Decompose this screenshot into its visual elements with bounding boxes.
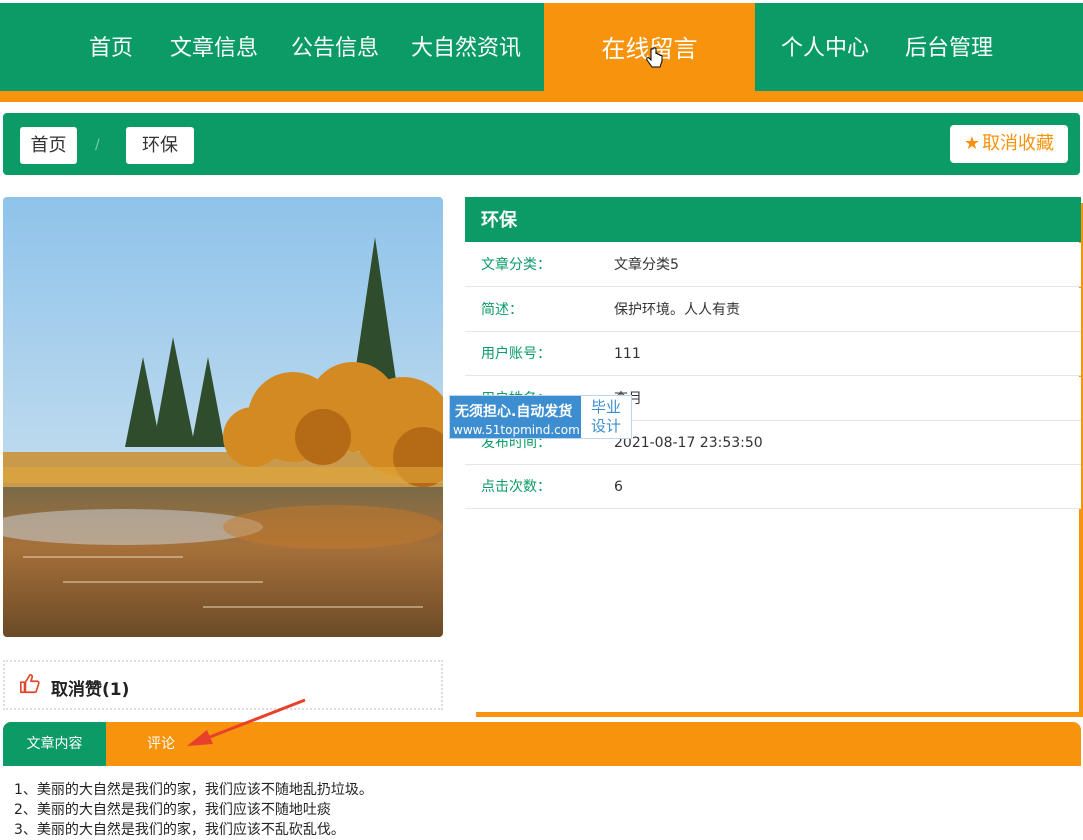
nav-home[interactable]: 首页	[89, 3, 133, 91]
breadcrumb-home[interactable]: 首页	[20, 127, 77, 164]
info-value: 保护环境。人人有责	[614, 302, 740, 318]
unlike-label: 取消赞(1)	[51, 680, 130, 700]
watermark-badge1: 毕业	[590, 398, 621, 416]
info-value: 2021-08-17 23:53:50	[614, 435, 763, 451]
article-image	[3, 197, 443, 637]
tab-bar: 文章内容 评论	[3, 722, 1081, 766]
content-line: 2、美丽的大自然是我们的家，我们应该不随地吐痰	[14, 802, 331, 818]
info-row-summary: 简述： 保护环境。人人有责	[465, 288, 1081, 332]
article-title: 环保	[465, 197, 1081, 242]
nav-profile[interactable]: 个人中心	[781, 3, 869, 91]
breadcrumb: 首页 / 环保 ★ 取消收藏	[3, 113, 1080, 175]
info-row-account: 用户账号： 111	[465, 332, 1081, 376]
cursor-hand-icon	[646, 47, 663, 68]
cancel-favorite-button[interactable]: ★ 取消收藏	[950, 125, 1068, 163]
nav-underline	[0, 91, 1083, 102]
nav-nature-news[interactable]: 大自然资讯	[411, 3, 521, 91]
watermark-badge2: 设计	[590, 417, 621, 435]
nav-notices[interactable]: 公告信息	[291, 3, 379, 91]
star-icon: ★	[963, 133, 981, 154]
cancel-favorite-label: 取消收藏	[982, 133, 1055, 154]
content-line: 1、美丽的大自然是我们的家，我们应该不随地乱扔垃圾。	[14, 782, 373, 798]
breadcrumb-current[interactable]: 环保	[126, 127, 194, 164]
info-key: 用户账号：	[481, 346, 551, 362]
info-row-category: 文章分类： 文章分类5	[465, 243, 1081, 287]
nav-admin[interactable]: 后台管理	[905, 3, 993, 91]
info-value: 文章分类5	[614, 257, 679, 273]
watermark-box: 毕业 设计	[581, 396, 631, 438]
article-content: 1、美丽的大自然是我们的家，我们应该不随地乱扔垃圾。 2、美丽的大自然是我们的家…	[14, 780, 373, 840]
content-line: 3、美丽的大自然是我们的家，我们应该不乱砍乱伐。	[14, 822, 345, 838]
annotation-arrow-icon	[187, 698, 306, 746]
info-key: 简述：	[481, 302, 523, 318]
watermark-badge: 无须担心.自动发货 www.51topmind.com 毕业 设计	[449, 395, 632, 439]
thumbs-up-icon	[20, 674, 40, 694]
nav-articles[interactable]: 文章信息	[170, 3, 258, 91]
breadcrumb-separator: /	[95, 137, 100, 153]
info-key: 文章分类：	[481, 257, 551, 273]
tab-article-content[interactable]: 文章内容	[3, 722, 106, 766]
watermark-line2: www.51topmind.com	[453, 423, 580, 437]
info-key: 点击次数：	[481, 479, 551, 495]
info-value: 111	[614, 346, 641, 362]
top-nav: 首页 文章信息 公告信息 大自然资讯 在线留言 个人中心 后台管理	[0, 3, 1083, 91]
info-value: 6	[614, 479, 623, 495]
watermark-line1: 无须担心.自动发货	[455, 404, 573, 420]
info-row-clicks: 点击次数： 6	[465, 465, 1081, 509]
